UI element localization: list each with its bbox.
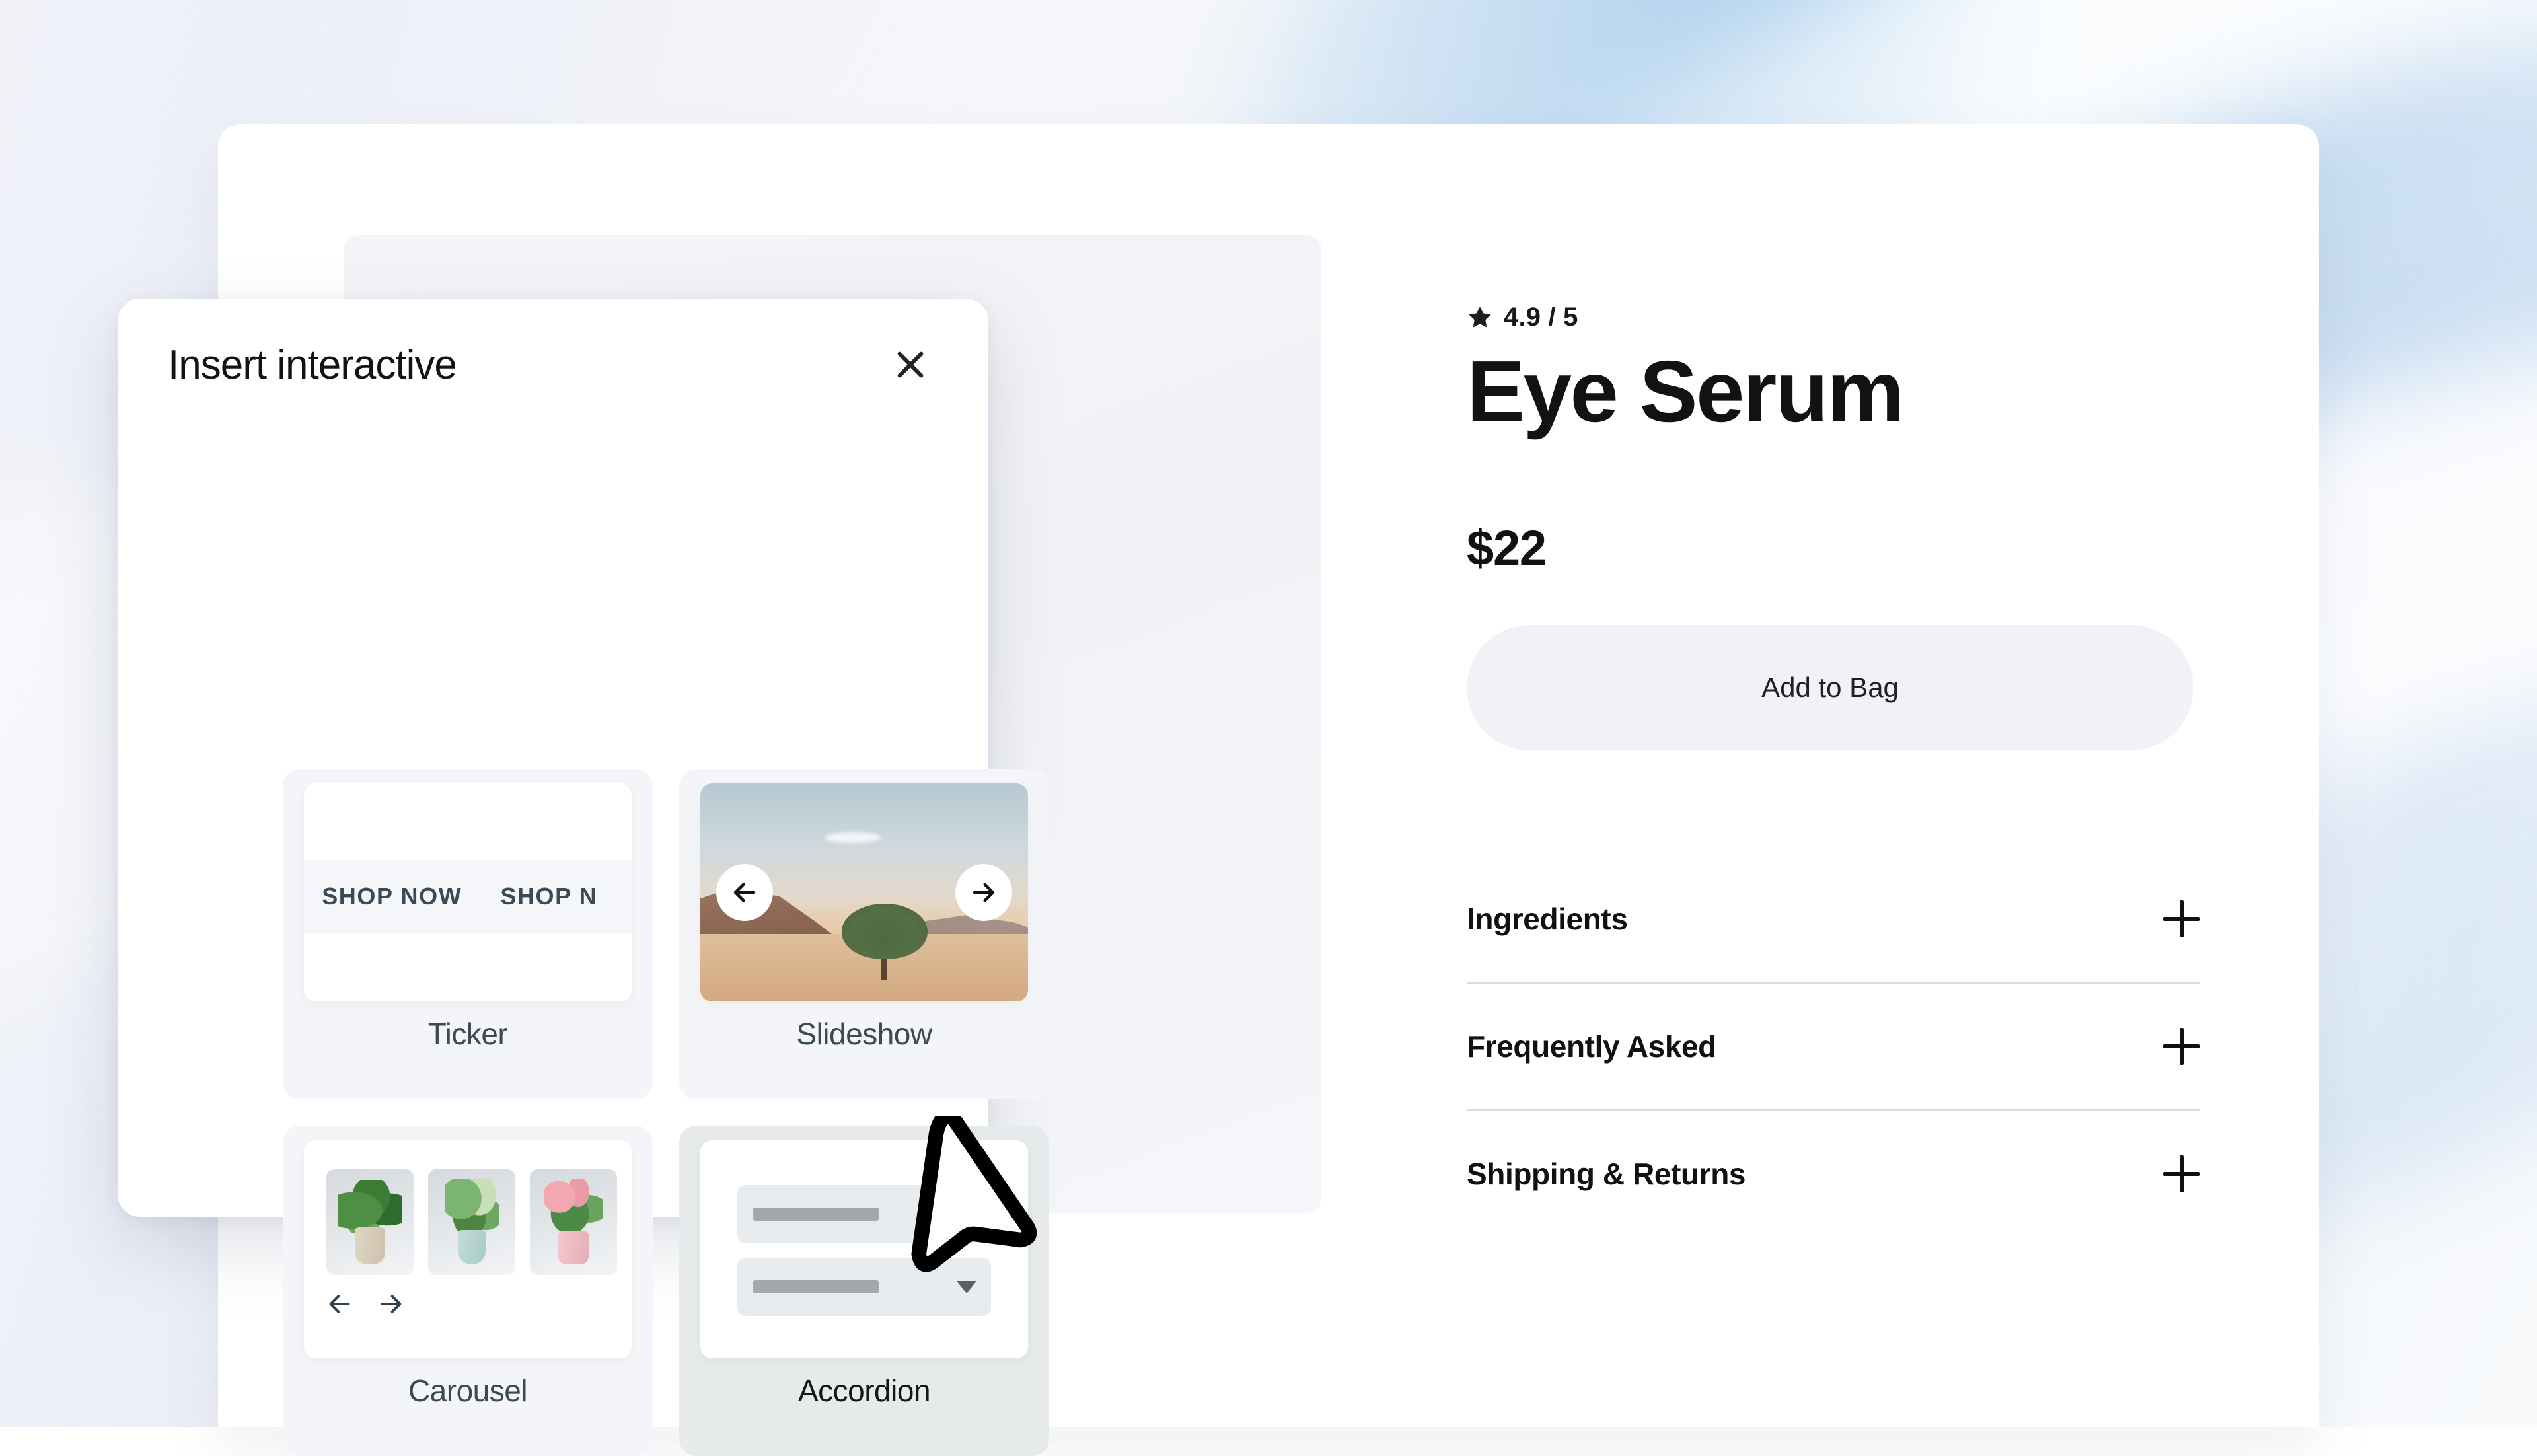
ticker-fragment-trail: SHOP N bbox=[500, 883, 597, 910]
add-to-bag-button[interactable]: Add to Bag bbox=[1467, 625, 2193, 750]
cloud-shape bbox=[825, 832, 881, 843]
arrow-right-icon[interactable] bbox=[378, 1291, 404, 1317]
accordion-label: Ingredients bbox=[1467, 901, 1628, 937]
plant-pot bbox=[558, 1231, 589, 1264]
carousel-nav bbox=[326, 1291, 404, 1317]
plant-foliage bbox=[338, 1180, 402, 1233]
plus-icon[interactable] bbox=[2163, 900, 2200, 937]
caret-down-icon bbox=[957, 1208, 976, 1221]
arrow-right-icon bbox=[970, 879, 998, 906]
product-rating: 4.9 / 5 bbox=[1467, 303, 2200, 332]
plant-foliage bbox=[445, 1179, 499, 1237]
insert-card-ticker[interactable]: OWSHOP NOWSHOP N Ticker bbox=[283, 769, 653, 1099]
product-accordion-list: Ingredients Frequently Asked Shipping & … bbox=[1467, 856, 2200, 1237]
product-price: $22 bbox=[1467, 520, 2200, 576]
product-title: Eye Serum bbox=[1467, 348, 2200, 435]
carousel-thumbnail[interactable] bbox=[326, 1169, 414, 1275]
plus-icon[interactable] bbox=[2163, 1155, 2200, 1192]
placeholder-bar bbox=[753, 1208, 879, 1221]
interactive-element-grid: OWSHOP NOWSHOP N Ticker bbox=[283, 769, 1049, 1456]
accordion-label: Frequently Asked bbox=[1467, 1029, 1716, 1064]
ticker-text: OWSHOP NOWSHOP N bbox=[304, 883, 632, 910]
insert-card-label: Ticker bbox=[428, 1016, 508, 1052]
insert-card-accordion[interactable]: Accordion bbox=[679, 1126, 1049, 1456]
caret-down-icon bbox=[957, 1281, 976, 1293]
accordion-label: Shipping & Returns bbox=[1467, 1156, 1746, 1192]
modal-header: Insert interactive bbox=[118, 299, 988, 431]
tree-crown bbox=[842, 904, 928, 959]
accordion-row-frequently-asked[interactable]: Frequently Asked bbox=[1467, 984, 2200, 1109]
insert-interactive-modal: Insert interactive OWSHOP NOWSHOP N Tick… bbox=[118, 299, 988, 1217]
accordion-row-shipping-returns[interactable]: Shipping & Returns bbox=[1467, 1111, 2200, 1237]
star-icon bbox=[1467, 305, 1493, 331]
accordion-preview-row bbox=[737, 1185, 991, 1243]
carousel-preview bbox=[304, 1140, 632, 1358]
accordion-preview bbox=[700, 1140, 1028, 1358]
ticker-strip: OWSHOP NOWSHOP N bbox=[304, 860, 632, 933]
ticker-preview: OWSHOP NOWSHOP N bbox=[304, 783, 632, 1001]
plus-icon[interactable] bbox=[2163, 1028, 2200, 1065]
modal-title: Insert interactive bbox=[168, 342, 457, 388]
carousel-thumbnail[interactable] bbox=[530, 1169, 617, 1275]
accordion-row-ingredients[interactable]: Ingredients bbox=[1467, 856, 2200, 982]
arrow-left-icon[interactable] bbox=[326, 1291, 353, 1317]
insert-card-label: Carousel bbox=[408, 1373, 527, 1408]
accordion-preview-row bbox=[737, 1258, 991, 1316]
plant-pot bbox=[458, 1230, 486, 1264]
arrow-left-icon bbox=[731, 879, 758, 906]
insert-card-label: Slideshow bbox=[796, 1016, 932, 1052]
slideshow-next-button[interactable] bbox=[955, 864, 1012, 921]
plant-foliage bbox=[544, 1179, 603, 1239]
close-button[interactable] bbox=[880, 334, 941, 395]
insert-card-slideshow[interactable]: Slideshow bbox=[679, 769, 1049, 1099]
carousel-thumbnail-strip bbox=[326, 1169, 617, 1275]
placeholder-bar bbox=[753, 1280, 879, 1293]
close-icon bbox=[892, 346, 929, 383]
slideshow-preview bbox=[700, 783, 1028, 1001]
carousel-thumbnail[interactable] bbox=[428, 1169, 515, 1275]
slideshow-prev-button[interactable] bbox=[716, 864, 773, 921]
plant-pot bbox=[355, 1227, 385, 1264]
insert-card-label: Accordion bbox=[798, 1373, 930, 1408]
rating-value: 4.9 / 5 bbox=[1504, 303, 1578, 332]
ticker-item: SHOP NOW bbox=[322, 883, 462, 910]
product-info-column: 4.9 / 5 Eye Serum $22 Add to Bag Ingredi… bbox=[1467, 303, 2200, 1237]
insert-card-carousel[interactable]: Carousel bbox=[283, 1126, 653, 1456]
